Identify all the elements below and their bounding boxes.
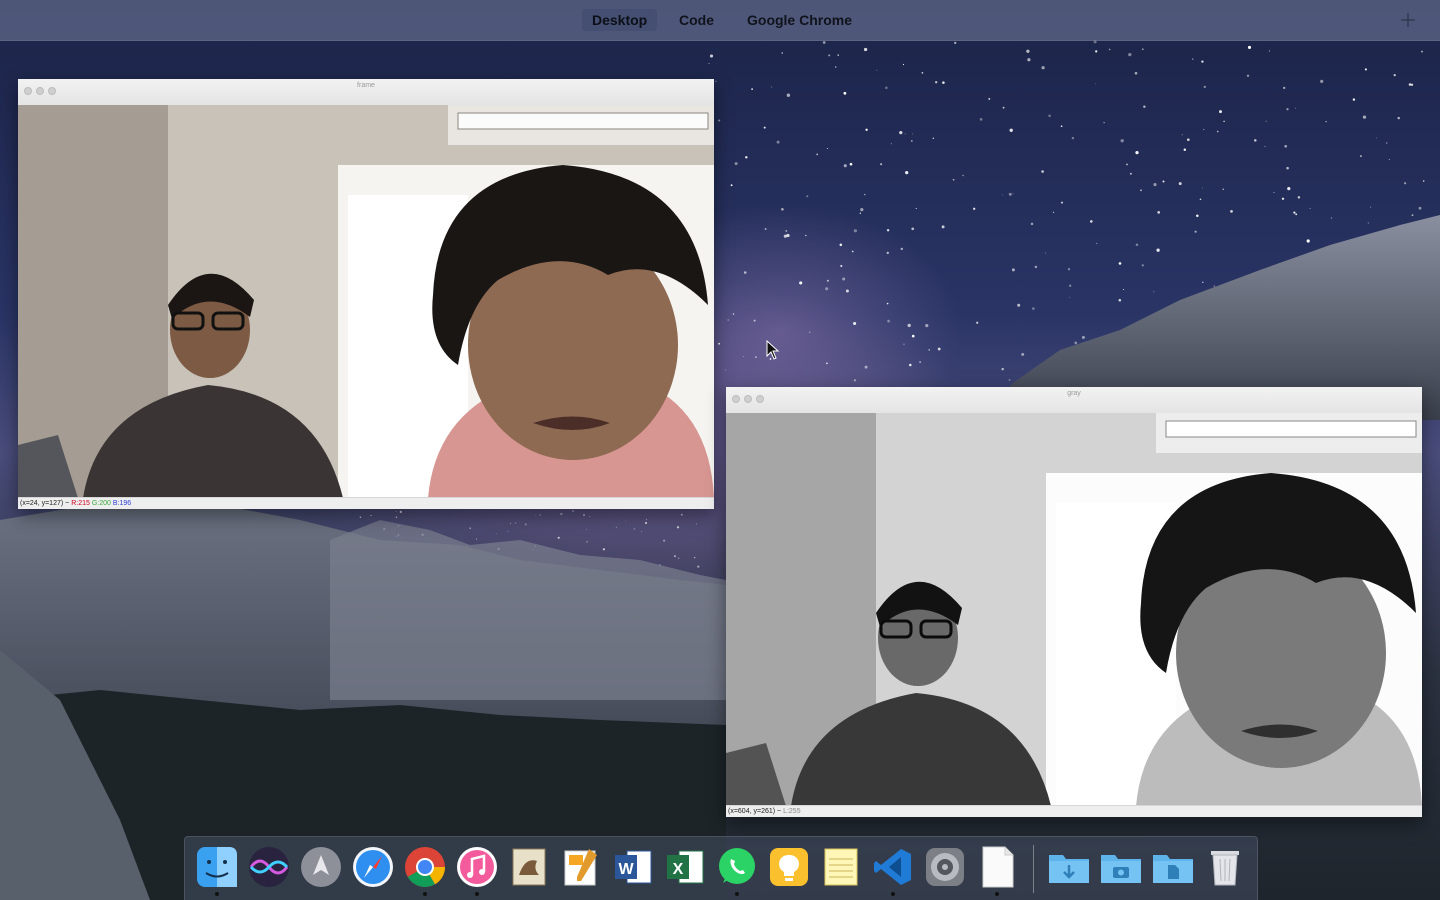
documents-folder-icon[interactable] — [1151, 845, 1195, 889]
launchpad-icon[interactable] — [299, 845, 343, 889]
system-preferences-icon[interactable] — [923, 845, 967, 889]
add-space-icon[interactable] — [1396, 8, 1420, 32]
trash-icon[interactable] — [1203, 845, 1247, 889]
mission-control-spaces-bar: Desktop Code Google Chrome — [0, 0, 1440, 41]
red-value: R:215 — [71, 500, 90, 507]
mouse-pointer-icon — [766, 340, 780, 360]
safari-icon[interactable] — [351, 845, 395, 889]
tips-icon[interactable] — [767, 845, 811, 889]
green-value: G:200 — [91, 500, 111, 507]
dock: W X — [184, 836, 1258, 900]
finder-icon[interactable] — [195, 845, 239, 896]
space-google-chrome[interactable]: Google Chrome — [737, 9, 862, 31]
svg-text:X: X — [673, 861, 684, 878]
gray-window[interactable]: gray (x=604, y=261) ~ L:255 — [726, 387, 1422, 817]
svg-text:W: W — [618, 861, 634, 878]
window-title: gray — [1067, 390, 1081, 397]
notes-icon[interactable] — [819, 845, 863, 889]
pages-icon[interactable] — [559, 845, 603, 889]
status-bar: (x=24, y=127) ~ R:215 G:200 B:196 — [18, 497, 714, 509]
status-bar: (x=604, y=261) ~ L:255 — [726, 805, 1422, 817]
webcam-image — [18, 105, 714, 498]
siri-icon[interactable] — [247, 845, 291, 889]
webcam-feed-color — [18, 105, 714, 498]
screenshots-folder-icon[interactable] — [1099, 845, 1143, 889]
desktop: Desktop Code Google Chrome frame (x=24, … — [0, 0, 1440, 900]
cursor-coordinates: (x=24, y=127) ~ — [20, 500, 70, 507]
frame-window[interactable]: frame (x=24, y=127) ~ R:215 G:200 B:196 — [18, 79, 714, 509]
blue-value: B:196 — [112, 500, 132, 507]
downloads-folder-icon[interactable] — [1047, 845, 1091, 889]
webcam-feed-grayscale — [726, 413, 1422, 806]
cursor-coordinates: (x=604, y=261) ~ — [728, 808, 782, 815]
whatsapp-icon[interactable] — [715, 845, 759, 896]
luminance-value: L:255 — [783, 808, 801, 815]
word-icon[interactable]: W — [611, 845, 655, 889]
space-code[interactable]: Code — [669, 9, 724, 31]
webcam-image-grayscale — [726, 413, 1422, 806]
itunes-icon[interactable] — [455, 845, 499, 896]
chrome-icon[interactable] — [403, 845, 447, 896]
preview-icon[interactable] — [507, 845, 551, 889]
window-title: frame — [357, 82, 375, 89]
window-titlebar[interactable]: gray — [726, 387, 1422, 414]
vscode-icon[interactable] — [871, 845, 915, 896]
window-titlebar[interactable]: frame — [18, 79, 714, 106]
dock-separator — [1033, 845, 1034, 893]
space-desktop[interactable]: Desktop — [582, 9, 658, 31]
document-icon[interactable] — [975, 845, 1019, 896]
excel-icon[interactable]: X — [663, 845, 707, 889]
